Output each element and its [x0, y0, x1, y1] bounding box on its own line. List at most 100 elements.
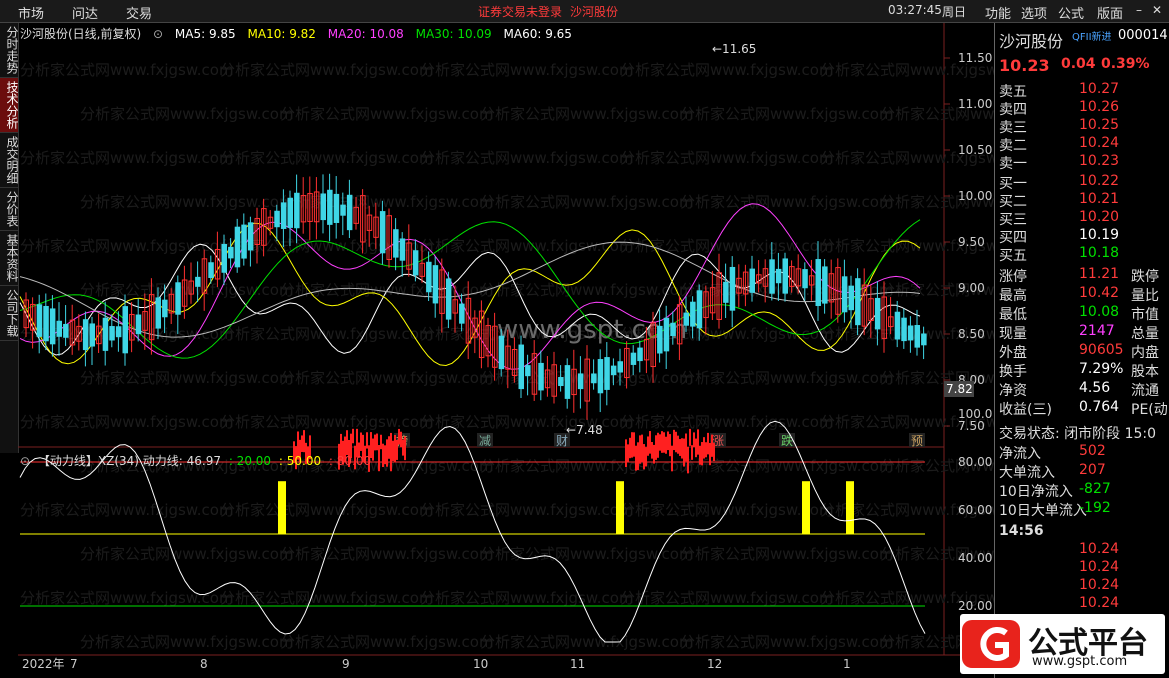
candle-body: [775, 268, 782, 284]
buy-row: 买一 10.22: [999, 173, 1167, 192]
indicator-l20: : 20.00: [228, 454, 272, 468]
watermark-text: 分析家公式网www.fxjgsw.com: [680, 105, 894, 123]
candle-body: [597, 359, 604, 394]
quote-change: 0.04: [1061, 56, 1096, 72]
buy-row-value: 10.22: [1079, 173, 1120, 189]
stat-row-label: 外盘: [999, 345, 1027, 361]
stat-row: 最低 10.08 市值: [999, 304, 1167, 323]
watermark-text: 分析家公式网www.fxjgsw.com: [480, 105, 694, 123]
watermark-text: 分析家公式网www.fxjgsw.com: [220, 413, 434, 431]
indicator-red-bar: [691, 445, 693, 460]
candle-body: [426, 261, 432, 293]
buy-row-label: 买三: [999, 212, 1027, 228]
candle-body: [670, 322, 676, 337]
indicator-red-bar: [633, 432, 635, 457]
indicator-axis-label: 20.00: [958, 599, 992, 613]
sell-row-label: 卖五: [999, 84, 1027, 100]
sell-row-value: 10.27: [1079, 81, 1120, 97]
buy-row-value: 10.19: [1079, 227, 1120, 243]
indicator-red-bar: [677, 435, 679, 454]
menu-layout[interactable]: 版面: [1097, 3, 1123, 22]
tick-row-value: 10.24: [1079, 595, 1120, 611]
indicator-red-bar: [396, 443, 398, 460]
fund-row-label: 收益(三): [999, 402, 1052, 418]
indicator-red-bar: [303, 430, 305, 453]
price-axis-label: 9.50: [958, 235, 985, 249]
sell-row-value: 10.25: [1079, 117, 1120, 133]
watermark-text: 分析家公式网www.fxjgsw.com: [480, 193, 694, 211]
quote-code: 000014: [1118, 28, 1168, 43]
kline-chart[interactable]: 分析家公式网www.fxjgsw.com分析家公式网www.fxjgsw.com…: [0, 0, 994, 678]
candle-body: [690, 301, 696, 327]
watermark-text: 分析家公式网www.fxjgsw.com: [620, 61, 834, 79]
watermark-text: 分析家公式网www.fxjgsw.com: [220, 589, 434, 607]
candle-body: [294, 192, 300, 229]
watermark-text: 分析家公式网www.fxjgsw.com: [280, 369, 494, 387]
event-label-1: 减: [479, 434, 491, 448]
indicator-red-bar: [697, 429, 699, 455]
candle-body: [822, 266, 828, 304]
fund-row-label: 净资: [999, 383, 1027, 399]
candle-body: [901, 317, 907, 342]
minimize-icon[interactable]: –: [1136, 3, 1142, 17]
buy-row-label: 买二: [999, 194, 1027, 210]
flow-row-value: -192: [1079, 500, 1111, 516]
stat-row-label2: 市值: [1131, 307, 1159, 323]
indicator-toggle-icon[interactable]: ⊙: [20, 454, 30, 468]
candle-body: [102, 317, 109, 351]
candle-body: [56, 320, 62, 337]
indicator-red-bar: [655, 435, 657, 460]
menu-formula[interactable]: 公式: [1058, 3, 1084, 22]
price-axis-label: 11.00: [958, 97, 992, 111]
watermark-text: 分析家公式网www.fxjgsw.com: [480, 281, 694, 299]
indicator-red-bar: [366, 432, 368, 449]
candle-body: [221, 243, 227, 273]
buy-row-label: 买五: [999, 248, 1027, 264]
candle-body: [115, 326, 122, 338]
candle-body: [921, 333, 927, 346]
indicator-red-bar: [659, 434, 661, 451]
candle-body: [109, 326, 115, 341]
fund-row-label2: 流通: [1131, 383, 1159, 399]
watermark-text: 分析家公式网www.fxjgsw.com: [80, 545, 294, 563]
indicator-red-bar: [625, 439, 627, 468]
buy-row: 买三 10.20: [999, 209, 1167, 228]
watermark-text: 分析家公式网www.fxjgsw.com: [620, 589, 834, 607]
flow-row-label: 10日大单流入: [999, 503, 1087, 519]
candle-body: [399, 238, 406, 261]
stat-row-value: 10.08: [1079, 304, 1120, 320]
sell-row-label: 卖三: [999, 120, 1027, 136]
candle-body: [195, 276, 201, 287]
candle-body: [162, 299, 168, 318]
quote-pct: 0.39%: [1101, 56, 1150, 72]
tick-time: 14:56: [999, 523, 1044, 539]
stat-row-value: 90605: [1079, 342, 1124, 358]
ma-toggle-icon[interactable]: ⊙: [153, 27, 163, 41]
watermark-text: 分析家公式网www.fxjgsw.com: [420, 149, 634, 167]
candle-body: [82, 319, 89, 351]
candle-body: [175, 282, 181, 315]
candle-body: [445, 278, 452, 320]
stat-row-label2: 量比: [1131, 288, 1159, 304]
fund-row-label2: PE(动): [1131, 402, 1169, 418]
sell-row: 卖三 10.25: [999, 117, 1167, 136]
flow-row: 10日大单流入 -192: [999, 500, 1167, 519]
indicator-red-bar: [647, 436, 649, 456]
watermark-text: 分析家公式网www.fxjgsw.com: [680, 369, 894, 387]
indicator-red-bar: [394, 434, 396, 462]
indicator-red-bar: [390, 443, 392, 472]
indicator-title: 【动力线】XZ(34) 动力线: 46.97: [37, 454, 221, 468]
candle-body: [604, 357, 610, 390]
indicator-red-bar: [673, 429, 675, 451]
candle-body: [630, 352, 637, 365]
candle-body: [393, 229, 399, 258]
candle-body: [663, 317, 670, 352]
candle-body: [89, 323, 95, 347]
quote-name: 沙河股份: [999, 32, 1064, 51]
quote-panel: 沙河股份 QFII新进 000014 10.23 0.04 0.39% 卖五 10…: [994, 23, 1169, 678]
stat-row-label: 涨停: [999, 269, 1027, 285]
fund-row-value: 0.764: [1079, 399, 1120, 415]
close-icon[interactable]: ✕: [1152, 3, 1162, 17]
sell-row: 卖四 10.26: [999, 99, 1167, 118]
menu-options[interactable]: 选项: [1021, 3, 1047, 22]
